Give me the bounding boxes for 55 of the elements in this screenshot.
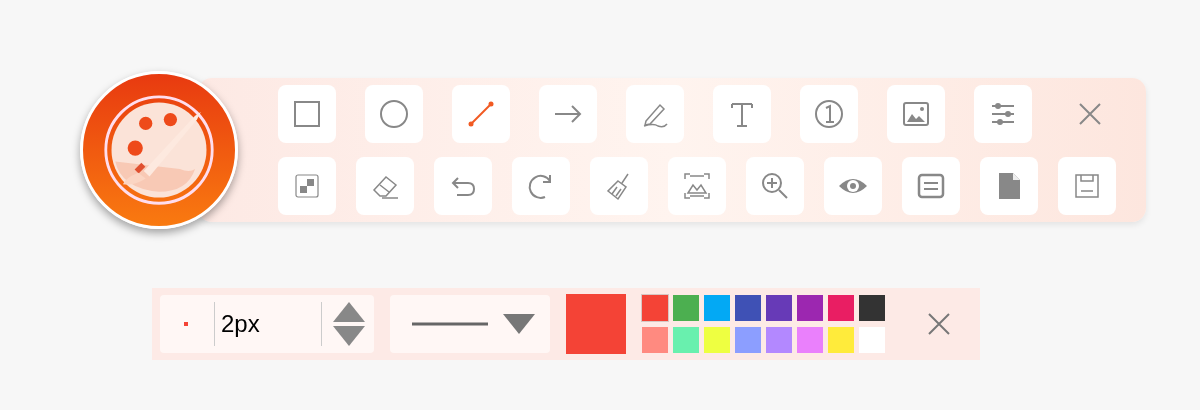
tool-button[interactable] bbox=[902, 157, 960, 215]
current-color-swatch[interactable] bbox=[566, 294, 626, 354]
decrease-button[interactable] bbox=[332, 325, 366, 347]
color-swatch[interactable] bbox=[859, 327, 885, 353]
color-swatch[interactable] bbox=[704, 327, 730, 353]
tool-button[interactable] bbox=[626, 85, 684, 143]
circle-icon bbox=[379, 99, 409, 129]
save-icon bbox=[1072, 171, 1102, 201]
color-swatch[interactable] bbox=[797, 327, 823, 353]
tool-button[interactable] bbox=[800, 85, 858, 143]
color-swatch[interactable] bbox=[735, 295, 761, 321]
color-swatch[interactable] bbox=[766, 295, 792, 321]
color-swatch[interactable] bbox=[642, 327, 668, 353]
caret-icon bbox=[502, 313, 536, 335]
image-icon bbox=[901, 99, 931, 129]
number-one-icon bbox=[814, 99, 844, 129]
tool-button[interactable] bbox=[452, 85, 510, 143]
tool-button[interactable] bbox=[713, 85, 771, 143]
size-input[interactable]: 2px bbox=[214, 302, 322, 346]
tool-button[interactable] bbox=[887, 85, 945, 143]
increase-button[interactable] bbox=[332, 301, 366, 323]
tool-button[interactable] bbox=[1058, 157, 1116, 215]
tool-button[interactable] bbox=[824, 157, 882, 215]
line-style-dropdown[interactable] bbox=[390, 295, 550, 353]
color-swatch[interactable] bbox=[673, 295, 699, 321]
color-swatch[interactable] bbox=[797, 295, 823, 321]
tool-button[interactable] bbox=[980, 157, 1038, 215]
image-frame-icon bbox=[682, 171, 712, 201]
color-swatch[interactable] bbox=[859, 295, 885, 321]
close-icon bbox=[927, 312, 951, 337]
tool-button[interactable] bbox=[365, 85, 423, 143]
tool-button[interactable] bbox=[746, 157, 804, 215]
color-swatch[interactable] bbox=[673, 327, 699, 353]
tool-button[interactable] bbox=[512, 157, 570, 215]
tool-button[interactable] bbox=[278, 157, 336, 215]
tool-button[interactable] bbox=[539, 85, 597, 143]
tool-button[interactable] bbox=[434, 157, 492, 215]
mosaic-icon bbox=[292, 171, 322, 201]
rectangle-icon bbox=[292, 99, 322, 129]
color-swatch[interactable] bbox=[828, 327, 854, 353]
zoom-in-icon bbox=[760, 171, 790, 201]
color-swatch[interactable] bbox=[828, 295, 854, 321]
tool-button[interactable] bbox=[590, 157, 648, 215]
line-icon bbox=[466, 99, 496, 129]
tool-button[interactable] bbox=[356, 157, 414, 215]
palette-logo-icon bbox=[80, 71, 238, 229]
color-swatch[interactable] bbox=[642, 295, 668, 321]
note-icon bbox=[916, 171, 946, 201]
size-control[interactable]: 2px bbox=[160, 295, 374, 353]
color-swatch[interactable] bbox=[704, 295, 730, 321]
tool-button[interactable] bbox=[974, 85, 1032, 143]
color-swatch[interactable] bbox=[766, 327, 792, 353]
color-swatch[interactable] bbox=[735, 327, 761, 353]
tool-button[interactable] bbox=[668, 157, 726, 215]
tool-button[interactable] bbox=[278, 85, 336, 143]
